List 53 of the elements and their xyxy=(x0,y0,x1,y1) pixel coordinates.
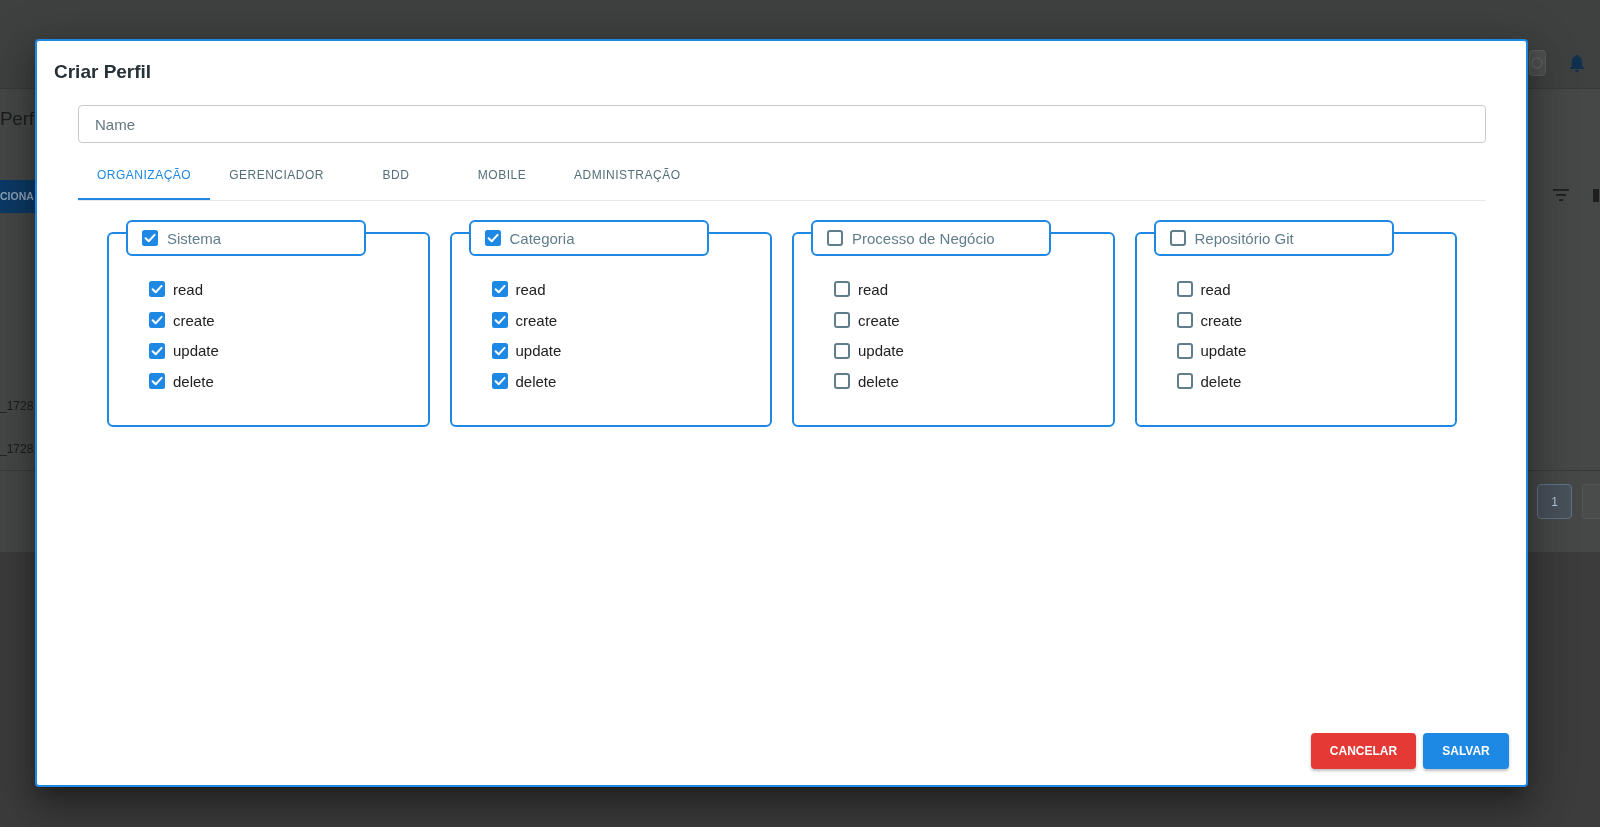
tile-icon[interactable] xyxy=(1529,50,1546,76)
action-button[interactable]: CIONA xyxy=(0,180,35,213)
checkbox-label: Sistema xyxy=(167,229,222,247)
checkbox[interactable] xyxy=(1176,373,1193,390)
checkbox-label: update xyxy=(1200,342,1247,360)
cancel-button[interactable]: CANCELAR xyxy=(1311,733,1416,769)
checkbox[interactable] xyxy=(491,373,508,390)
checkbox-label: read xyxy=(858,280,889,298)
checkbox[interactable] xyxy=(1169,230,1186,246)
checkbox-label: Categoria xyxy=(509,229,575,247)
checkbox[interactable] xyxy=(834,312,850,329)
checkbox[interactable] xyxy=(142,230,158,246)
checkbox-label: read xyxy=(515,280,546,298)
checkbox[interactable] xyxy=(834,281,850,298)
checkbox-label: create xyxy=(1200,311,1243,329)
checkbox-label: Processo de Negócio xyxy=(852,229,995,247)
checkbox-label: create xyxy=(858,311,900,329)
checkbox[interactable] xyxy=(149,342,165,359)
checkbox-label: Repositório Git xyxy=(1194,229,1294,247)
checkbox-label: update xyxy=(515,342,562,360)
save-button[interactable]: SALVAR xyxy=(1423,733,1509,769)
tab[interactable]: GERENCIADOR xyxy=(210,152,344,200)
checkbox-label: delete xyxy=(515,372,557,390)
checkbox[interactable] xyxy=(827,230,843,246)
checkbox[interactable] xyxy=(491,281,508,298)
filter-icon[interactable] xyxy=(1553,189,1569,201)
page-button[interactable]: 1 xyxy=(1537,484,1572,519)
tab[interactable]: MOBILE xyxy=(449,152,556,200)
checkbox[interactable] xyxy=(834,342,850,359)
checkbox-label: delete xyxy=(1200,372,1242,390)
name-field[interactable]: Name xyxy=(78,105,1486,143)
checkbox-label: create xyxy=(515,311,558,329)
checkbox-label: delete xyxy=(173,372,214,390)
tab[interactable]: ORGANIZAÇÃO xyxy=(78,152,211,200)
checkbox-label: create xyxy=(173,311,215,329)
checkbox[interactable] xyxy=(149,312,165,329)
checkbox[interactable] xyxy=(1176,312,1193,329)
checkbox[interactable] xyxy=(491,342,508,359)
checkbox-label: read xyxy=(173,280,204,298)
checkbox[interactable] xyxy=(1176,342,1193,359)
checkbox[interactable] xyxy=(149,373,165,390)
checkbox-label: update xyxy=(858,342,904,360)
checkbox-label: delete xyxy=(858,372,899,390)
checkbox[interactable] xyxy=(834,373,850,390)
checkbox[interactable] xyxy=(1176,281,1193,298)
dialog-title: Criar Perfil xyxy=(54,60,152,84)
checkbox[interactable] xyxy=(491,312,508,329)
checkbox-label: update xyxy=(173,342,219,360)
checkbox[interactable] xyxy=(149,281,165,298)
tab[interactable]: BDD xyxy=(343,152,450,200)
tab[interactable]: ADMINISTRAÇÃO xyxy=(555,152,700,200)
checkbox-label: read xyxy=(1200,280,1231,298)
checkbox[interactable] xyxy=(484,230,501,246)
